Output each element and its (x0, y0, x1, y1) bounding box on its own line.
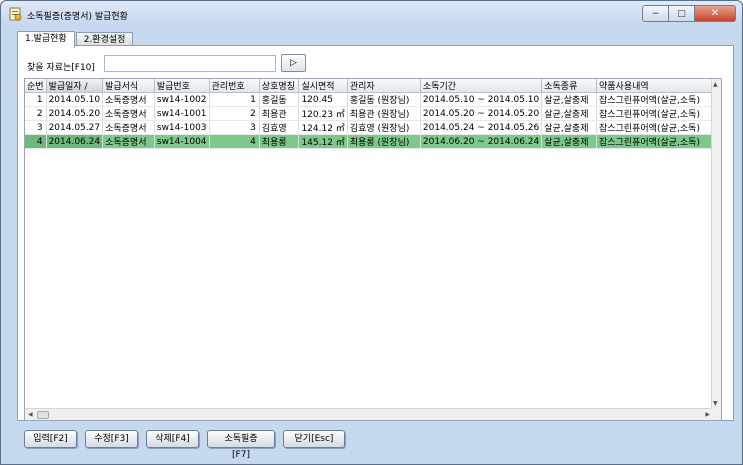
cell-type: 살균,살충제 (541, 120, 597, 135)
cell-area: 120.45 (298, 92, 348, 107)
grid-header-row: 순번 발급일자 / 발급서식 발급번호 관리번호 상호명칭 실시면적 관리자 소… (25, 79, 721, 93)
cell-business-name: 최용관 (259, 106, 300, 121)
cell-form: 소독증명서 (102, 134, 155, 149)
delete-button[interactable]: 삭제[F4] (146, 430, 199, 448)
cell-chemicals: 잡스그린퓨어액(살균,소독) (596, 120, 721, 135)
maximize-icon: □ (677, 8, 686, 19)
cell-area: 124.12 ㎡ (298, 120, 348, 135)
certificate-button[interactable]: 소독필증[F7] (207, 430, 275, 460)
col-header-period[interactable]: 소독기간 (420, 79, 543, 93)
scroll-down-icon[interactable]: ▼ (713, 400, 718, 407)
cell-issue-no: sw14-1002 (154, 92, 210, 107)
cell-chemicals: 잡스그린퓨어액(살균,소독) (596, 134, 721, 149)
vertical-scrollbar[interactable]: ▲ ▼ (711, 79, 721, 409)
scroll-up-icon[interactable]: ▲ (713, 81, 718, 88)
cell-issue-no: sw14-1001 (154, 106, 210, 121)
cell-chemicals: 잡스그린퓨어액(살균,소독) (596, 92, 721, 107)
close-button[interactable]: 닫기[Esc] (283, 430, 345, 448)
cell-seq: 3 (25, 120, 47, 135)
cell-seq: 1 (25, 92, 47, 107)
col-header-business-name[interactable]: 상호명칭 (259, 79, 300, 93)
cell-issue-date: 2014.05.27 (46, 120, 104, 135)
cell-business-name: 김효영 (259, 120, 300, 135)
title-bar[interactable]: 소독필증(증명서) 발급현황 − □ ✕ (1, 1, 742, 27)
tab-panel: 찾을 자료는[F10] ▷ 순번 발급일자 / 발급서식 발급번호 관리번호 상… (17, 45, 734, 421)
col-header-seq[interactable]: 순번 (25, 79, 47, 93)
col-header-chemicals[interactable]: 약품사용내역 (596, 79, 721, 93)
cell-manage-no: 1 (209, 92, 260, 107)
maximize-button[interactable]: □ (668, 5, 694, 22)
input-button[interactable]: 입력[F2] (24, 430, 77, 448)
action-toolbar: 입력[F2] 수정[F3] 삭제[F4] 소독필증[F7] 닫기[Esc] (24, 430, 353, 460)
tab-issue-status[interactable]: 1.발급현황 (17, 31, 75, 48)
cell-type: 살균,살충제 (541, 92, 597, 107)
col-header-area[interactable]: 실시면적 (298, 79, 348, 93)
window-controls: − □ ✕ (642, 5, 736, 22)
horizontal-scroll-thumb[interactable] (37, 411, 49, 419)
cell-manage-no: 2 (209, 106, 260, 121)
cell-form: 소독증명서 (102, 106, 155, 121)
play-arrow-icon: ▷ (290, 58, 297, 68)
main-window: 소독필증(증명서) 발급현황 − □ ✕ 1.발급현황 2.환경설정 찾을 자료… (0, 0, 743, 465)
cell-period: 2014.05.10 ~ 2014.05.10 (420, 92, 543, 107)
table-row-selected[interactable]: 4 2014.06.24 소독증명서 sw14-1004 4 최용롱 145.1… (25, 134, 721, 149)
cell-type: 살균,살충제 (541, 134, 597, 149)
scroll-left-icon[interactable]: ◀ (28, 411, 33, 418)
minimize-button[interactable]: − (642, 5, 668, 22)
col-header-issue-no[interactable]: 발급번호 (154, 79, 210, 93)
table-row[interactable]: 3 2014.05.27 소독증명서 sw14-1003 3 김효영 124.1… (25, 120, 721, 135)
table-row[interactable]: 2 2014.05.20 소독증명서 sw14-1001 2 최용관 120.2… (25, 106, 721, 121)
horizontal-scrollbar[interactable]: ◀ ▶ (25, 408, 713, 420)
cell-manager: 최용롱 (원장님) (347, 134, 421, 149)
close-window-button[interactable]: ✕ (694, 5, 736, 22)
cell-form: 소독증명서 (102, 120, 155, 135)
table-row[interactable]: 1 2014.05.10 소독증명서 sw14-1002 1 홍길동 120.4… (25, 92, 721, 107)
cell-area: 120.23 ㎡ (298, 106, 348, 121)
cell-issue-date: 2014.06.24 (46, 134, 104, 149)
close-icon: ✕ (710, 8, 720, 19)
cell-issue-no: sw14-1004 (154, 134, 210, 149)
issue-table: 순번 발급일자 / 발급서식 발급번호 관리번호 상호명칭 실시면적 관리자 소… (25, 79, 721, 149)
cell-form: 소독증명서 (102, 92, 155, 107)
cell-issue-no: sw14-1003 (154, 120, 210, 135)
window-title: 소독필증(증명서) 발급현황 (27, 12, 128, 22)
issue-grid[interactable]: 순번 발급일자 / 발급서식 발급번호 관리번호 상호명칭 실시면적 관리자 소… (24, 78, 722, 421)
cell-manage-no: 4 (209, 134, 260, 149)
cell-manager: 김효영 (원장님) (347, 120, 421, 135)
cell-period: 2014.06.20 ~ 2014.06.24 (420, 134, 543, 149)
cell-period: 2014.05.24 ~ 2014.05.26 (420, 120, 543, 135)
scrollbar-corner (711, 408, 721, 420)
cell-business-name: 최용롱 (259, 134, 300, 149)
client-area: 1.발급현황 2.환경설정 찾을 자료는[F10] ▷ 순번 발급일자 / 발급… (8, 27, 736, 460)
cell-area: 145.12 ㎡ (298, 134, 348, 149)
col-header-issue-date[interactable]: 발급일자 / (46, 79, 104, 93)
search-button[interactable]: ▷ (281, 54, 306, 72)
col-header-manager[interactable]: 관리자 (347, 79, 421, 93)
cell-business-name: 홍길동 (259, 92, 300, 107)
cell-manager: 홍길동 (원장님) (347, 92, 421, 107)
cell-seq: 2 (25, 106, 47, 121)
cell-issue-date: 2014.05.20 (46, 106, 104, 121)
cell-manage-no: 3 (209, 120, 260, 135)
scroll-right-icon[interactable]: ▶ (705, 411, 710, 418)
cell-seq: 4 (25, 134, 47, 149)
cell-chemicals: 잡스그린퓨어액(살균,소독) (596, 106, 721, 121)
search-input[interactable] (104, 55, 276, 72)
col-header-type[interactable]: 소독종류 (541, 79, 597, 93)
edit-button[interactable]: 수정[F3] (85, 430, 138, 448)
cell-issue-date: 2014.05.10 (46, 92, 104, 107)
cell-type: 살균,살충제 (541, 106, 597, 121)
app-icon (9, 7, 22, 21)
col-header-manage-no[interactable]: 관리번호 (209, 79, 260, 93)
col-header-form[interactable]: 발급서식 (102, 79, 155, 93)
search-label: 찾을 자료는[F10] (27, 63, 95, 73)
minimize-icon: − (651, 8, 660, 19)
cell-manager: 최용관 (원장님) (347, 106, 421, 121)
cell-period: 2014.05.20 ~ 2014.05.20 (420, 106, 543, 121)
